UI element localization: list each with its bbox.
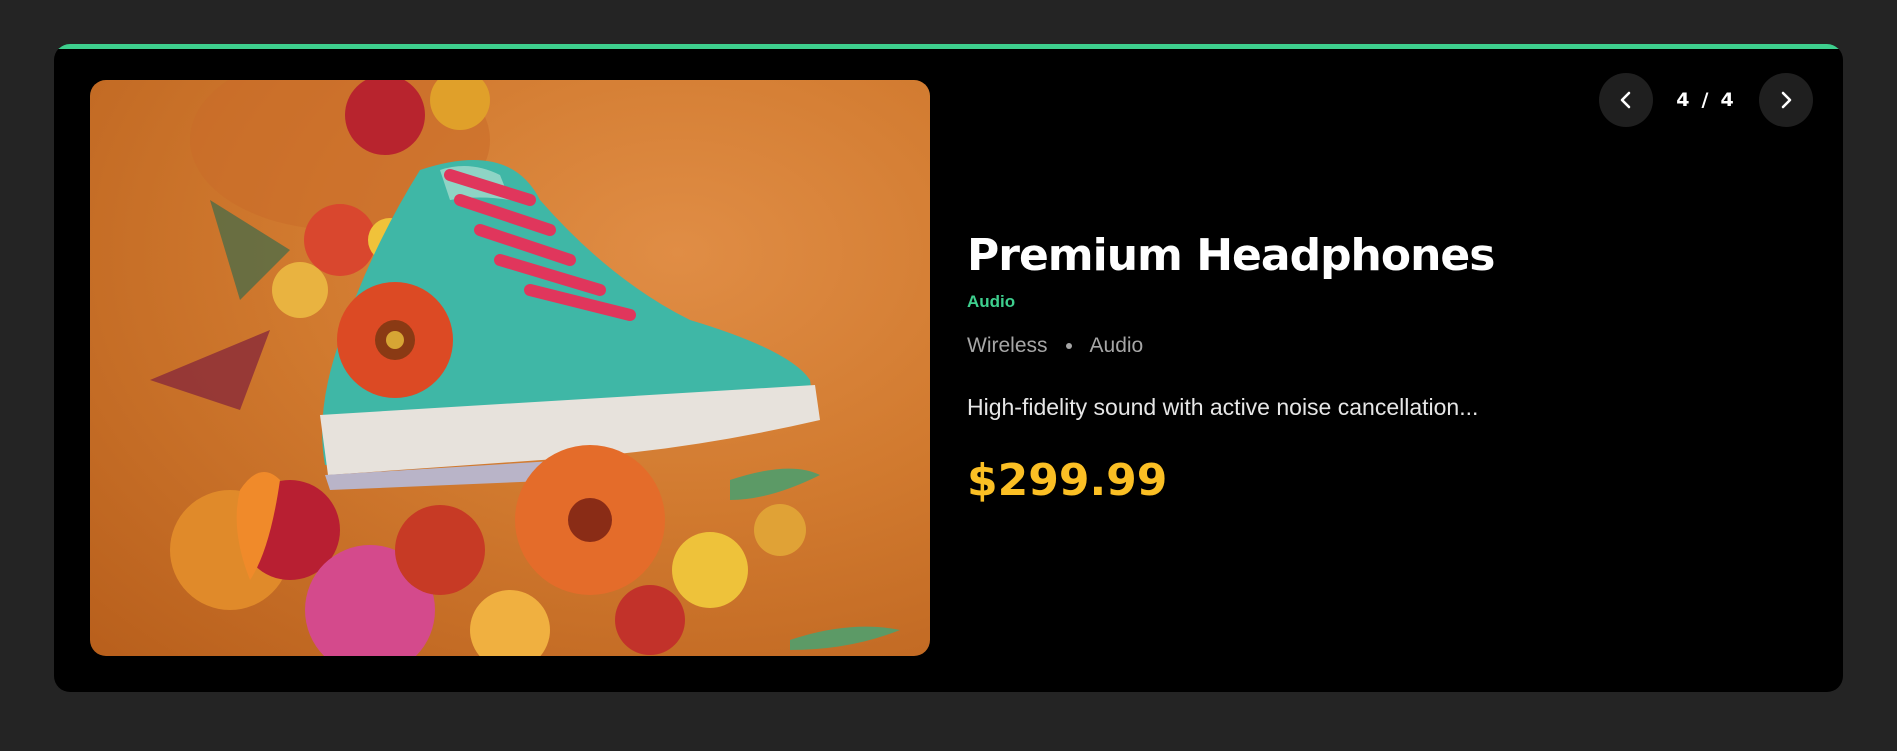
product-card: 4 / 4 Premium Headphones Audio Wireless … (54, 44, 1843, 692)
chevron-left-icon (1620, 91, 1631, 109)
current-slide: 4 (1676, 89, 1692, 111)
product-image (90, 80, 930, 656)
tag: Audio (1089, 334, 1144, 357)
carousel-nav: 4 / 4 (1599, 73, 1813, 127)
product-description: High-fidelity sound with active noise ca… (967, 394, 1479, 420)
counter-separator: / (1701, 89, 1711, 111)
tag: Wireless (967, 334, 1048, 357)
product-price: $299.99 (967, 455, 1168, 506)
product-title: Premium Headphones (967, 230, 1495, 281)
tag-separator-dot (1065, 343, 1072, 349)
chevron-right-icon (1781, 91, 1792, 109)
product-info: Premium Headphones Audio Wireless Audio … (967, 230, 1787, 507)
product-tags: Wireless Audio (967, 334, 1787, 358)
sneaker-flowers-illustration (150, 80, 900, 656)
prev-button[interactable] (1599, 73, 1653, 127)
total-slides: 4 (1720, 89, 1736, 111)
slide-counter: 4 / 4 (1653, 89, 1759, 111)
next-button[interactable] (1759, 73, 1813, 127)
accent-bar (54, 44, 1843, 49)
product-category: Audio (967, 292, 1016, 311)
